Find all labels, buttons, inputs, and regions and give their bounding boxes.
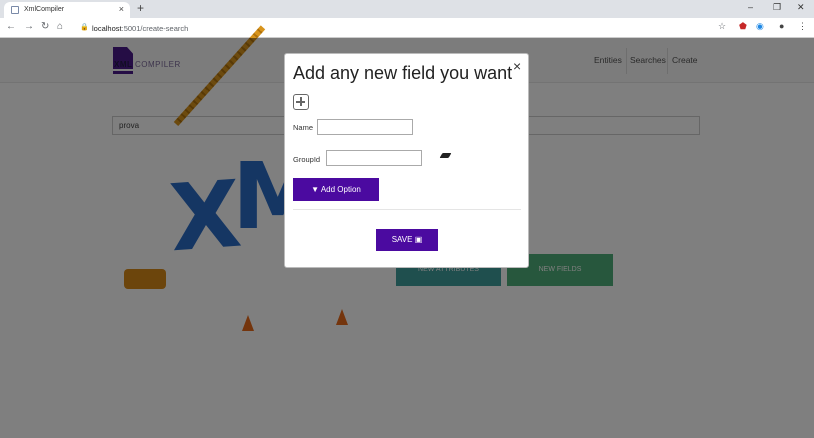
tab-close-icon[interactable]: × [119, 4, 124, 14]
browser-tab[interactable]: XmlCompiler × [4, 2, 130, 18]
extension-shield-icon[interactable]: ⬟ [739, 21, 747, 32]
profile-icon[interactable]: ● [779, 21, 784, 31]
add-plus-icon[interactable] [293, 94, 309, 110]
minimize-button[interactable]: – [748, 2, 753, 12]
filter-icon: ▼ [311, 185, 320, 194]
modal-title: Add any new field you want [293, 63, 513, 83]
back-icon[interactable]: ← [6, 21, 16, 32]
forward-icon[interactable]: → [24, 21, 34, 32]
close-icon[interactable]: × [513, 58, 521, 74]
reload-icon[interactable]: ↻ [41, 21, 49, 32]
page-icon [11, 6, 19, 14]
bookmark-star-icon[interactable]: ☆ [718, 21, 726, 32]
add-option-button[interactable]: ▼ Add Option [293, 178, 379, 201]
floppy-disk-icon: ▣ [414, 235, 423, 244]
groupid-field[interactable] [326, 150, 422, 166]
restore-button[interactable]: ❐ [773, 2, 781, 13]
browser-toolbar: ← → ↻ ⌂ 🔒 localhost:5001/create-search ☆… [0, 18, 814, 38]
menu-kebab-icon[interactable]: ⋮ [798, 21, 807, 32]
name-label: Name [293, 123, 314, 132]
browser-tabstrip: XmlCompiler × + – ❐ ✕ [0, 0, 814, 18]
save-label: SAVE [391, 235, 413, 244]
address-bar[interactable]: 🔒 localhost:5001/create-search [76, 20, 736, 36]
url-path: :5001/create-search [121, 24, 189, 33]
new-tab-button[interactable]: + [137, 1, 144, 15]
home-icon[interactable]: ⌂ [57, 21, 63, 32]
name-field[interactable] [317, 119, 413, 135]
groupid-label: GroupId [293, 155, 321, 164]
close-window-button[interactable]: ✕ [797, 2, 805, 13]
save-button[interactable]: SAVE ▣ [376, 229, 438, 251]
add-field-modal: Add any new field you want × Name GroupI… [284, 53, 529, 268]
extension-audio-icon[interactable]: ◉ [756, 21, 764, 32]
add-option-label: Add Option [320, 185, 361, 194]
eraser-icon[interactable] [439, 153, 452, 158]
modal-divider [293, 209, 521, 210]
tab-title: XmlCompiler [24, 6, 65, 13]
url-host: localhost [92, 24, 122, 33]
lock-icon: 🔒 [80, 24, 89, 31]
